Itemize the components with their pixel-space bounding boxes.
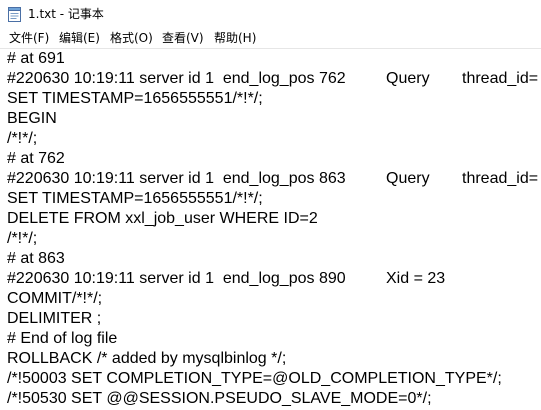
text-line: COMMIT/*!*/; <box>7 290 103 307</box>
text-line: BEGIN <box>7 110 57 127</box>
text-line: # at 863 <box>7 250 65 267</box>
text-editor[interactable]: # at 691 #220630 10:19:11 server id 1 en… <box>0 49 541 410</box>
text-line: # at 762 <box>7 150 65 167</box>
menu-edit[interactable]: 编辑(E) <box>57 28 102 48</box>
text-line: SET TIMESTAMP=1656555551/*!*/; <box>7 190 263 207</box>
text-line: #220630 10:19:11 server id 1 end_log_pos… <box>7 270 346 287</box>
notepad-icon <box>8 7 21 22</box>
text-line-event-type: Query <box>386 170 430 187</box>
text-line: DELIMITER ; <box>7 310 102 327</box>
menu-view[interactable]: 查看(V) <box>160 28 206 48</box>
window-title: 1.txt - 记事本 <box>28 7 104 21</box>
menu-bar: 文件(F) 编辑(E) 格式(O) 查看(V) 帮助(H) <box>0 28 541 49</box>
text-line: #220630 10:19:11 server id 1 end_log_pos… <box>7 170 346 187</box>
text-line: SET TIMESTAMP=1656555551/*!*/; <box>7 90 263 107</box>
title-bar: 1.txt - 记事本 <box>0 0 541 28</box>
text-line: ROLLBACK /* added by mysqlbinlog */; <box>7 350 287 367</box>
text-line: #220630 10:19:11 server id 1 end_log_pos… <box>7 70 346 87</box>
menu-file[interactable]: 文件(F) <box>7 28 51 48</box>
notepad-window: 1.txt - 记事本 文件(F) 编辑(E) 格式(O) 查看(V) 帮助(H… <box>0 0 541 410</box>
text-line: DELETE FROM xxl_job_user WHERE ID=2 <box>7 210 318 227</box>
text-line-event-type: Query <box>386 70 430 87</box>
menu-format[interactable]: 格式(O) <box>108 28 155 48</box>
text-line-xid: Xid = 23 <box>386 270 446 287</box>
text-line-thread-id: thread_id= <box>462 70 539 87</box>
text-line: /*!*/; <box>7 230 38 247</box>
text-line: /*!*/; <box>7 130 38 147</box>
text-line: /*!50530 SET @@SESSION.PSEUDO_SLAVE_MODE… <box>7 390 432 407</box>
menu-help[interactable]: 帮助(H) <box>212 28 258 48</box>
text-line: # at 691 <box>7 50 65 67</box>
text-line: # End of log file <box>7 330 118 347</box>
text-line-thread-id: thread_id= <box>462 170 539 187</box>
text-line: /*!50003 SET COMPLETION_TYPE=@OLD_COMPLE… <box>7 370 502 387</box>
